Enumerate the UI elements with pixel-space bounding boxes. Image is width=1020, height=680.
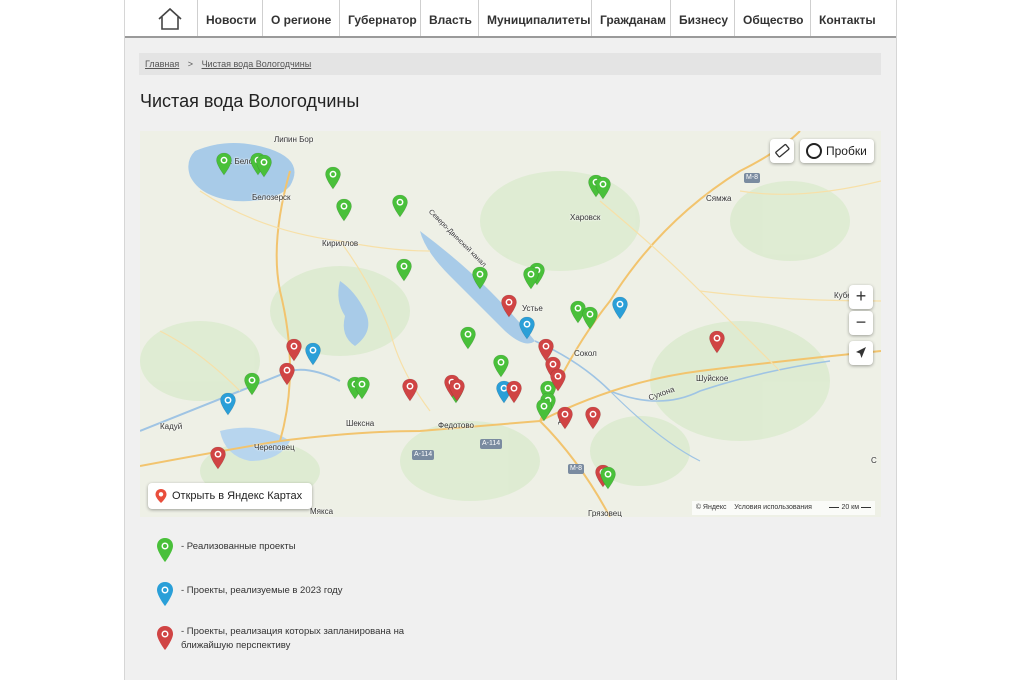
legend-text-2023: - Проекты, реализуемые в 2023 году xyxy=(181,585,343,596)
breadcrumb: Главная > Чистая вода Вологодчины xyxy=(139,53,881,75)
project-marker-green[interactable] xyxy=(536,398,552,422)
scale-label: 20 км xyxy=(841,504,860,511)
project-marker-green[interactable] xyxy=(392,194,408,218)
project-marker-green[interactable] xyxy=(325,166,341,190)
open-in-yandex-label: Открыть в Яндекс Картах xyxy=(172,490,303,502)
blue-marker-icon xyxy=(157,582,173,606)
project-marker-green[interactable] xyxy=(396,258,412,282)
nav-news[interactable]: Новости xyxy=(197,0,264,36)
page-container: Новости О регионе Губернатор Власть Муни… xyxy=(124,0,897,680)
top-navigation: Новости О регионе Губернатор Власть Муни… xyxy=(125,0,896,38)
project-marker-green[interactable] xyxy=(595,176,611,200)
scale-bar xyxy=(829,506,840,508)
legend-text-planned: - Проекты, реализация которых запланиров… xyxy=(181,626,405,651)
nav-society[interactable]: Общество xyxy=(734,0,812,36)
nav-municipalities[interactable]: Муниципалитеты xyxy=(478,0,599,36)
yandex-copyright: © Яндекс xyxy=(695,504,727,511)
nav-about-region[interactable]: О регионе xyxy=(262,0,339,36)
nav-citizens[interactable]: Гражданам xyxy=(591,0,674,36)
nav-contacts[interactable]: Контакты xyxy=(810,0,884,36)
ruler-button[interactable] xyxy=(770,139,794,163)
geolocation-button[interactable] xyxy=(849,341,873,365)
project-marker-red[interactable] xyxy=(279,362,295,386)
traffic-label: Пробки xyxy=(826,144,867,158)
legend-item-2023: - Проекты, реализуемые в 2023 году xyxy=(155,581,342,610)
home-icon[interactable] xyxy=(157,6,183,32)
project-marker-red[interactable] xyxy=(557,406,573,430)
project-marker-green[interactable] xyxy=(523,266,539,290)
project-marker-red[interactable] xyxy=(210,446,226,470)
zoom-out-button[interactable]: − xyxy=(849,311,873,335)
project-marker-green[interactable] xyxy=(216,152,232,176)
project-marker-blue[interactable] xyxy=(519,316,535,340)
green-marker-icon xyxy=(157,538,173,562)
project-marker-green[interactable] xyxy=(244,372,260,396)
project-marker-green[interactable] xyxy=(336,198,352,222)
project-marker-red[interactable] xyxy=(506,380,522,404)
project-marker-blue[interactable] xyxy=(612,296,628,320)
project-marker-red[interactable] xyxy=(402,378,418,402)
traffic-icon xyxy=(806,143,822,159)
ruler-icon xyxy=(775,143,790,158)
nav-authority[interactable]: Власть xyxy=(420,0,480,36)
breadcrumb-current-link[interactable]: Чистая вода Вологодчины xyxy=(202,59,312,69)
project-markers-layer xyxy=(210,152,725,490)
nav-governor[interactable]: Губернатор xyxy=(339,0,425,36)
project-marker-red[interactable] xyxy=(449,378,465,402)
project-marker-green[interactable] xyxy=(493,354,509,378)
terms-of-use-link[interactable]: Условия использования xyxy=(734,504,812,511)
page-title: Чистая вода Вологодчины xyxy=(140,91,360,111)
map-attribution: © Яндекс Условия использования 20 км xyxy=(691,501,875,515)
open-in-yandex-maps-button[interactable]: Открыть в Яндекс Картах xyxy=(148,483,313,509)
yandex-map[interactable]: оз. Белое Белозерск Кириллов Харовск Сям… xyxy=(140,131,881,517)
legend-item-planned: - Проекты, реализация которых запланиров… xyxy=(155,625,404,654)
project-marker-blue[interactable] xyxy=(305,342,321,366)
scale-bar-right xyxy=(861,506,871,508)
project-marker-red[interactable] xyxy=(585,406,601,430)
zoom-in-button[interactable]: + xyxy=(849,285,873,309)
breadcrumb-home-link[interactable]: Главная xyxy=(145,59,179,69)
project-marker-red[interactable] xyxy=(709,330,725,354)
project-marker-green[interactable] xyxy=(460,326,476,350)
traffic-button[interactable]: Пробки xyxy=(800,139,874,163)
breadcrumb-separator: > xyxy=(187,59,194,69)
geolocation-arrow-icon xyxy=(856,347,866,358)
project-marker-red[interactable] xyxy=(501,294,517,318)
project-marker-blue[interactable] xyxy=(220,392,236,416)
legend-text-realized: - Реализованные проекты xyxy=(181,541,296,552)
project-marker-green[interactable] xyxy=(582,306,598,330)
project-marker-green[interactable] xyxy=(472,266,488,290)
red-marker-icon xyxy=(157,626,173,650)
map-pin-icon xyxy=(155,489,167,503)
legend-item-realized: - Реализованные проекты xyxy=(155,537,296,566)
nav-business[interactable]: Бизнесу xyxy=(670,0,736,36)
project-marker-red[interactable] xyxy=(286,338,302,362)
